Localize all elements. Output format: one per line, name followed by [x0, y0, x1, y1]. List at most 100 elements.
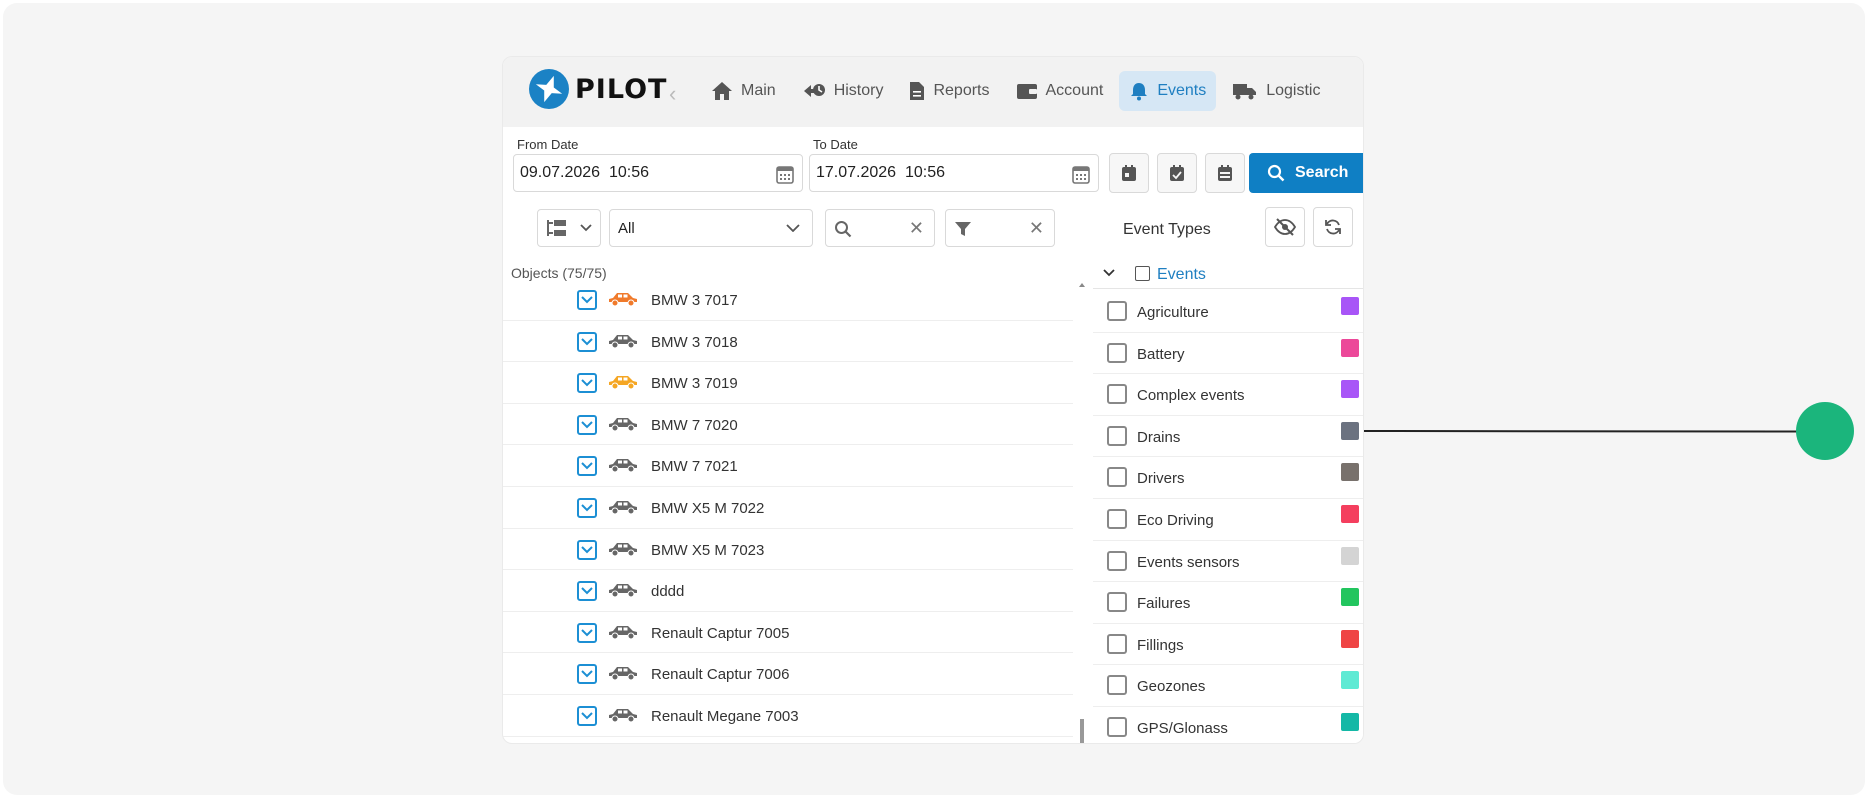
month-button[interactable] [1205, 153, 1245, 193]
bell-icon [1131, 83, 1148, 101]
event-type-row[interactable]: Events sensors [1093, 541, 1363, 583]
object-row[interactable]: BMW 3 7018 [503, 321, 1073, 363]
hide-events-button[interactable] [1265, 207, 1305, 247]
event-type-checkbox[interactable] [1107, 425, 1127, 446]
chevron-down-icon [581, 504, 593, 512]
event-type-row[interactable]: Failures [1093, 582, 1363, 624]
event-type-checkbox[interactable] [1107, 550, 1127, 571]
chevron-down-icon [786, 224, 800, 232]
tree-view-dropdown[interactable] [537, 209, 601, 247]
chevron-down-icon [581, 545, 593, 553]
event-type-row[interactable]: Geozones [1093, 665, 1363, 707]
event-type-checkbox[interactable] [1107, 342, 1127, 363]
object-row[interactable]: BMW X5 M 7023 [503, 529, 1073, 571]
car-icon [609, 417, 637, 432]
object-row[interactable]: Renault Captur 7005 [503, 612, 1073, 654]
clear-filter-icon[interactable]: ✕ [1029, 218, 1044, 239]
week-button[interactable] [1157, 153, 1197, 193]
objects-scrollbar[interactable] [1079, 279, 1085, 744]
object-checkbox[interactable] [577, 705, 597, 726]
calendar-icon[interactable] [776, 164, 794, 184]
event-type-row[interactable]: Drivers [1093, 457, 1363, 499]
event-type-row[interactable]: Battery [1093, 333, 1363, 375]
nav-back-chevron-icon[interactable]: ‹ [669, 81, 676, 107]
event-type-checkbox[interactable] [1107, 633, 1127, 654]
logo-text: PILOT [575, 73, 668, 105]
car-icon [609, 293, 637, 307]
car-icon [609, 625, 637, 640]
logo[interactable]: PILOT [529, 69, 667, 109]
object-checkbox[interactable] [577, 414, 597, 435]
event-type-row[interactable]: GPS/Glonass [1093, 707, 1363, 743]
nav-item-logistic[interactable]: Logistic [1222, 71, 1330, 111]
event-type-name: Failures [1137, 595, 1191, 613]
object-checkbox[interactable] [577, 331, 597, 352]
chevron-down-icon[interactable] [1103, 269, 1115, 277]
nav-label-events: Events [1157, 82, 1207, 99]
object-row[interactable]: Renault Megane 7003 [503, 695, 1073, 737]
object-checkbox[interactable] [577, 622, 597, 643]
nav-item-reports[interactable]: Reports [899, 71, 999, 111]
object-checkbox[interactable] [577, 664, 597, 685]
logo-icon [529, 69, 569, 109]
object-row[interactable]: dddd [503, 570, 1073, 612]
events-select-all-checkbox[interactable] [1135, 266, 1150, 281]
chevron-down-icon [581, 587, 593, 595]
event-type-row[interactable]: Eco Driving [1093, 499, 1363, 541]
object-row[interactable]: Renault Captur 7006 [503, 653, 1073, 695]
object-name: BMW X5 M 7023 [651, 541, 765, 559]
events-tree-header: Events [1093, 257, 1363, 289]
report-icon [910, 82, 925, 100]
event-type-row[interactable]: Drains [1093, 416, 1363, 458]
group-select-value: All [618, 220, 635, 237]
nav-item-events[interactable]: Events [1119, 71, 1217, 111]
event-type-name: GPS/Glonass [1137, 720, 1228, 737]
object-row[interactable]: BMW 7 7020 [503, 404, 1073, 446]
chevron-down-icon [581, 337, 593, 346]
nav-item-account[interactable]: Account [1006, 71, 1114, 111]
event-type-checkbox[interactable] [1107, 384, 1127, 405]
object-search-input[interactable]: ✕ [825, 209, 935, 247]
object-name: Renault Captur 7005 [651, 624, 790, 642]
calendar-icon[interactable] [1072, 164, 1090, 184]
object-name: BMW 3 7017 [651, 292, 738, 309]
object-name: BMW 7 7021 [651, 458, 738, 476]
events-tree-title[interactable]: Events [1157, 266, 1206, 284]
today-button[interactable] [1109, 153, 1149, 193]
to-date-input[interactable]: 17.07.2026 10:56 [809, 154, 1099, 192]
clear-search-icon[interactable]: ✕ [909, 218, 924, 239]
app-window: PILOT ‹ Main History Reports Account Eve… [502, 56, 1364, 744]
event-type-checkbox[interactable] [1107, 592, 1127, 613]
search-button[interactable]: Search [1249, 153, 1363, 193]
object-row[interactable]: BMW X5 M 7022 [503, 487, 1073, 529]
event-type-checkbox[interactable] [1107, 509, 1127, 529]
event-type-checkbox[interactable] [1107, 301, 1127, 321]
object-row[interactable]: BMW 3 7019 [503, 362, 1073, 404]
nav-item-history[interactable]: History [792, 71, 894, 111]
annotation-marker[interactable] [1796, 402, 1854, 460]
object-row[interactable]: BMW 3 7017 [503, 279, 1073, 321]
group-select[interactable]: All [609, 209, 813, 247]
object-filter-input[interactable]: ✕ [945, 209, 1055, 247]
nav-item-main[interactable]: Main [701, 71, 786, 111]
object-checkbox[interactable] [577, 539, 597, 560]
object-checkbox[interactable] [577, 373, 597, 394]
event-color-swatch [1341, 421, 1359, 440]
object-checkbox[interactable] [577, 456, 597, 477]
events-panel: Events Agriculture Battery Complex events D… [1093, 257, 1363, 743]
eye-slash-icon [1274, 218, 1296, 236]
event-type-row[interactable]: Agriculture [1093, 291, 1363, 333]
object-row[interactable]: BMW 7 7021 [503, 445, 1073, 487]
event-color-swatch [1341, 463, 1359, 482]
object-checkbox[interactable] [577, 497, 597, 518]
event-type-row[interactable]: Complex events [1093, 374, 1363, 416]
object-checkbox[interactable] [577, 290, 597, 310]
event-type-name: Battery [1137, 345, 1185, 363]
event-type-checkbox[interactable] [1107, 675, 1127, 696]
event-type-row[interactable]: Fillings [1093, 624, 1363, 666]
from-date-input[interactable]: 09.07.2026 10:56 [513, 154, 803, 192]
object-checkbox[interactable] [577, 581, 597, 602]
refresh-events-button[interactable] [1313, 207, 1353, 247]
event-type-checkbox[interactable] [1107, 717, 1127, 737]
event-type-checkbox[interactable] [1107, 467, 1127, 488]
